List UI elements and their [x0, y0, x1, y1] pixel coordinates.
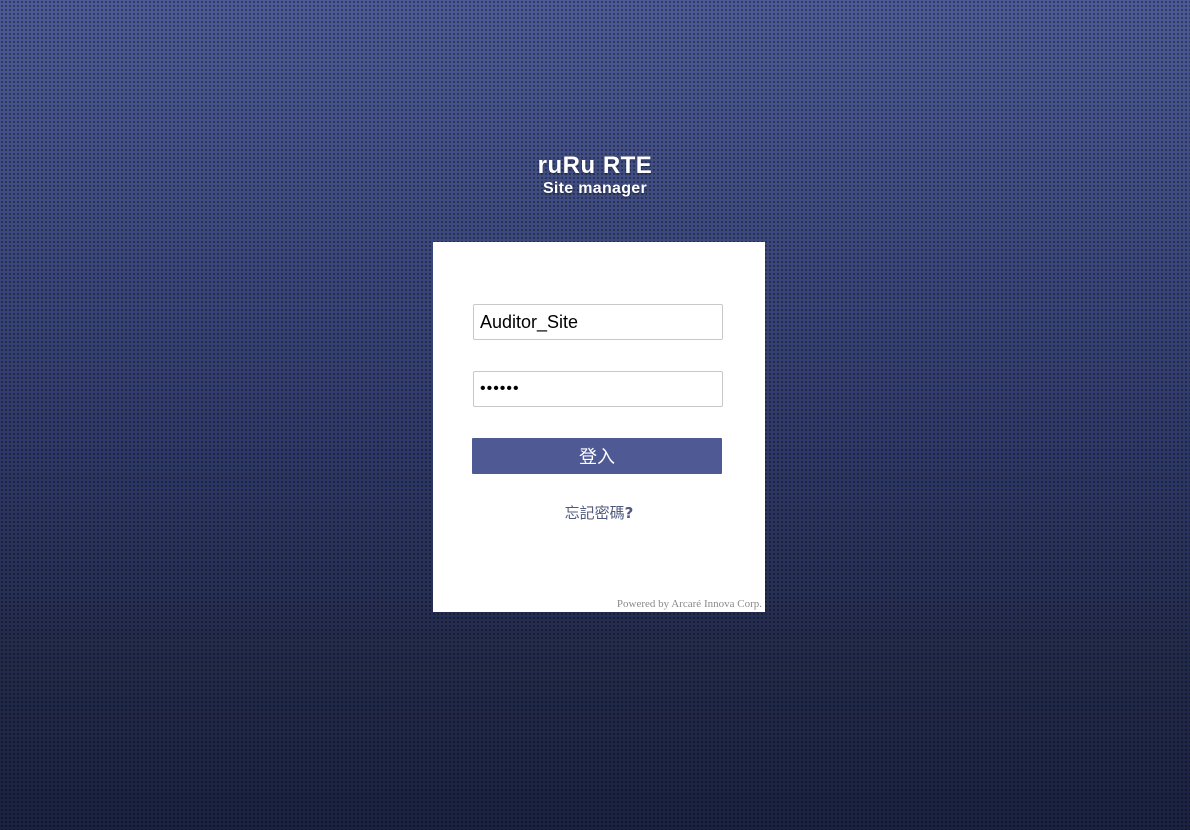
password-input[interactable] [473, 371, 723, 407]
login-button[interactable]: 登入 [472, 438, 722, 474]
brand-header: ruRu RTE Site manager [0, 152, 1190, 198]
username-input[interactable] [473, 304, 723, 340]
app-title: ruRu RTE [537, 152, 653, 179]
powered-by-text: Powered by Arcaré Innova Corp. [616, 598, 762, 610]
login-panel: 登入 忘記密碼? Powered by Arcaré Innova Corp. [433, 242, 765, 612]
forgot-password-link[interactable]: 忘記密碼? [433, 502, 765, 523]
app-subtitle: Site manager [542, 180, 648, 197]
forgot-password-label: 忘記密碼 [564, 504, 625, 522]
forgot-password-question-mark: ? [624, 504, 634, 522]
